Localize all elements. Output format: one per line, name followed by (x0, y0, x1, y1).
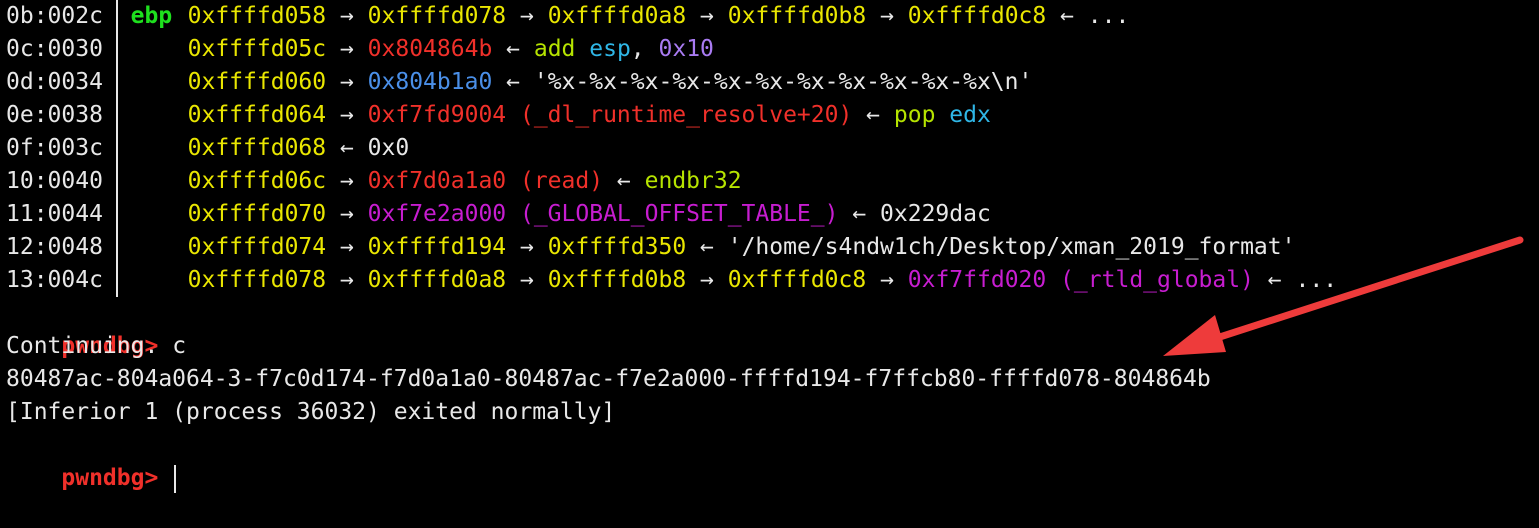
stack-token: → (326, 3, 368, 29)
stack-row: 11:0044 0xffffd070 → 0xf7e2a000 (_GLOBAL… (6, 198, 991, 231)
stack-token: → (506, 3, 548, 29)
stack-token: → (326, 234, 368, 260)
stack-token: 0xffffd05c (187, 36, 327, 62)
stack-row: 0c:0030 0xffffd05c → 0x804864b ← add esp… (6, 33, 714, 66)
stack-offset: 10:0040 (6, 168, 103, 194)
stack-token: 0xffffd0c8 (727, 267, 867, 293)
stack-token: ← (852, 102, 894, 128)
stack-offset: 0c:0030 (6, 36, 103, 62)
stack-token: → (506, 267, 548, 293)
stack-token: 0xffffd0a8 (367, 267, 507, 293)
stack-token: ← (492, 69, 534, 95)
terminal-window[interactable]: 0b:002c ebp 0xffffd058 → 0xffffd078 → 0xf… (0, 0, 1539, 493)
stack-token: , (630, 36, 659, 62)
stack-token: ← (686, 234, 728, 260)
stack-token: → (326, 69, 368, 95)
stack-token: esp (589, 36, 631, 62)
stack-token: 0x229dac (880, 201, 991, 227)
stack-token: '%x-%x-%x-%x-%x-%x-%x-%x-%x-%x-%x\n' (533, 69, 1033, 95)
stack-offset: 0e:0038 (6, 102, 103, 128)
stack-token: 0xffffd0c8 (907, 3, 1047, 29)
stack-token: 0xffffd06c (187, 168, 327, 194)
stack-row: 0e:0038 0xffffd064 → 0xf7fd9004 (_dl_run… (6, 99, 991, 132)
stack-offset: 12:0048 (6, 234, 103, 260)
stack-token: 0xf7fd9004 (_dl_runtime_resolve+20) (367, 102, 853, 128)
stack-token: ← ... (1253, 267, 1338, 293)
stack-token: 0xf7e2a000 (_GLOBAL_OFFSET_TABLE_) (367, 201, 839, 227)
arrow-head (1163, 315, 1226, 356)
stack-token: → (866, 3, 908, 29)
stack-token: ← (326, 135, 368, 161)
stack-token: → (326, 168, 368, 194)
stack-offset: 0b:002c (6, 3, 103, 29)
stack-token: ← (838, 201, 881, 227)
text-cursor[interactable] (174, 464, 177, 493)
stack-row: 0b:002c ebp 0xffffd058 → 0xffffd078 → 0xf… (6, 0, 1129, 33)
stack-row: 12:0048 0xffffd074 → 0xffffd194 → 0xffff… (6, 231, 1295, 264)
stack-offset: 13:004c (6, 267, 103, 293)
stack-token: → (326, 102, 368, 128)
stack-token: → (686, 3, 728, 29)
stack-token: 0xffffd194 (367, 234, 507, 260)
stack-token: 0xffffd060 (187, 69, 327, 95)
stack-token: 0x0 (367, 135, 410, 161)
stack-token: 0x804864b (367, 36, 493, 62)
stack-row: 0f:003c 0xffffd068 ← 0x0 (6, 132, 409, 165)
stack-token: 0xffffd070 (187, 201, 327, 227)
stack-token: → (326, 36, 368, 62)
stack-token: ← (492, 36, 534, 62)
stack-token: add (533, 36, 576, 62)
continuing-line: Continuing. (6, 333, 159, 359)
prompt-line-continue: pwndbg> c (6, 297, 186, 359)
stack-token: '/home/s4ndw1ch/Desktop/xman_2019_format… (727, 234, 1296, 260)
register-label: ebp (130, 3, 173, 29)
stack-token (575, 36, 589, 62)
command-text: c (172, 333, 187, 359)
stack-token: 0xffffd0b8 (727, 3, 867, 29)
stack-token: 0xffffd074 (187, 234, 327, 260)
final-prompt-label: pwndbg> (61, 465, 159, 491)
stack-token: 0x10 (658, 36, 714, 62)
stack-token: 0xffffd0a8 (547, 3, 687, 29)
stack-token: → (866, 267, 908, 293)
stack-token: ← ... (1046, 3, 1130, 29)
stack-token: 0xffffd068 (187, 135, 327, 161)
stack-token: 0xffffd078 (367, 3, 507, 29)
stack-token: 0x804b1a0 (367, 69, 493, 95)
exit-message-line: [Inferior 1 (process 36032) exited norma… (6, 399, 616, 425)
leak-output-line: 80487ac-804a064-3-f7c0d174-f7d0a1a0-8048… (6, 366, 1211, 392)
stack-token: 0xffffd0b8 (547, 267, 687, 293)
stack-token (935, 102, 949, 128)
stack-token: → (686, 267, 728, 293)
stack-token: ← (603, 168, 645, 194)
stack-token: endbr32 (644, 168, 742, 194)
stack-token: 0xf7d0a1a0 (read) (367, 168, 604, 194)
stack-token: 0xffffd078 (187, 267, 327, 293)
stack-token: 0xffffd064 (187, 102, 327, 128)
stack-token: 0xffffd058 (187, 3, 327, 29)
stack-token: edx (949, 102, 991, 128)
stack-token: 0xffffd350 (547, 234, 687, 260)
stack-token: → (326, 201, 368, 227)
stack-offset: 0f:003c (6, 135, 103, 161)
stack-row: 0d:0034 0xffffd060 → 0x804b1a0 ← '%x-%x-… (6, 66, 1032, 99)
stack-offset: 11:0044 (6, 201, 103, 227)
stack-offset: 0d:0034 (6, 69, 103, 95)
stack-token: pop (893, 102, 936, 128)
stack-row: 13:004c 0xffffd078 → 0xffffd0a8 → 0xffff… (6, 264, 1337, 297)
final-prompt-line[interactable]: pwndbg> (6, 429, 177, 493)
stack-token: → (326, 267, 368, 293)
stack-token: → (506, 234, 548, 260)
stack-token: 0xf7ffd020 (_rtld_global) (907, 267, 1254, 293)
stack-row: 10:0040 0xffffd06c → 0xf7d0a1a0 (read) ←… (6, 165, 742, 198)
